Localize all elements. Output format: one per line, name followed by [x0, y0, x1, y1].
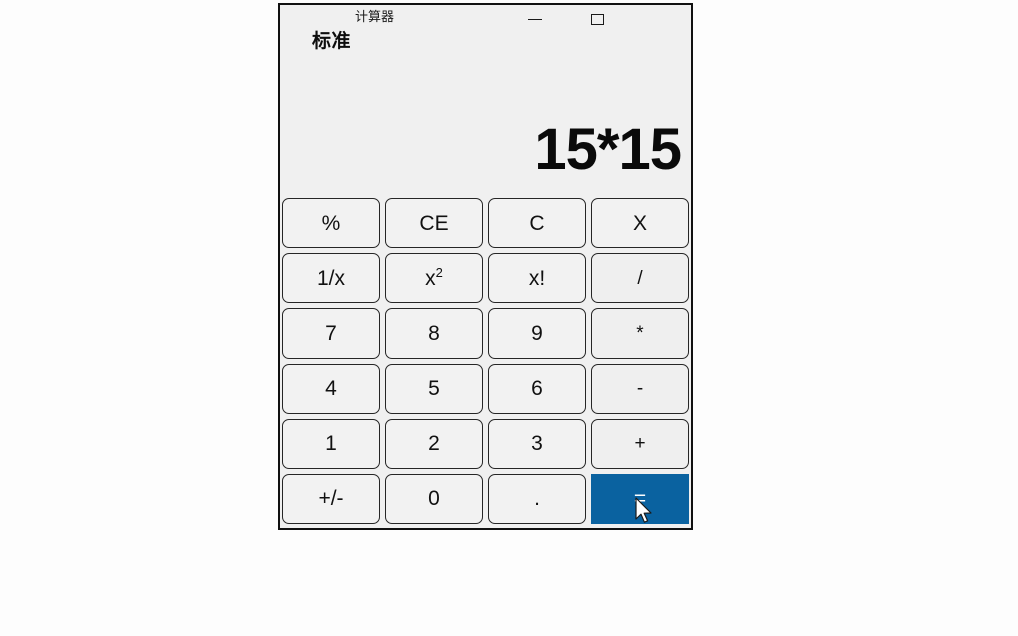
- key-clear-entry[interactable]: CE: [385, 198, 483, 249]
- minimize-icon: [528, 18, 542, 20]
- key-square-label: x2: [425, 264, 443, 290]
- calculator-mode-label: 标准: [312, 31, 352, 52]
- key-add-label: +: [634, 433, 646, 455]
- key-8-label: 8: [428, 321, 440, 345]
- key-clear-entry-label: CE: [419, 211, 449, 235]
- key-0-label: 0: [428, 487, 440, 511]
- key-1-label: 1: [325, 432, 337, 456]
- key-sign-toggle[interactable]: +/-: [282, 473, 380, 524]
- key-reciprocal[interactable]: 1/x: [282, 253, 380, 304]
- key-2-label: 2: [428, 432, 440, 456]
- maximize-button[interactable]: [580, 7, 614, 31]
- key-2[interactable]: 2: [385, 418, 483, 469]
- key-divide[interactable]: /: [591, 253, 689, 304]
- key-9[interactable]: 9: [488, 308, 586, 359]
- key-decimal[interactable]: .: [488, 473, 586, 524]
- key-subtract[interactable]: -: [591, 363, 689, 414]
- key-decimal-label: .: [534, 487, 540, 511]
- key-reciprocal-label: 1/x: [316, 266, 345, 290]
- key-backspace[interactable]: X: [591, 198, 689, 249]
- key-factorial-label: x!: [528, 266, 546, 290]
- key-0[interactable]: 0: [385, 473, 483, 524]
- key-1[interactable]: 1: [282, 418, 380, 469]
- key-6-label: 6: [531, 377, 543, 401]
- key-backspace-label: X: [632, 211, 647, 235]
- minimize-button[interactable]: [518, 7, 552, 31]
- key-6[interactable]: 6: [488, 363, 586, 414]
- keypad: % CE C X 1/x x2 x! / 7 8 9 * 4 5 6 - 1 2 3 + +/- 0. =: [280, 197, 691, 528]
- key-factorial[interactable]: x!: [488, 253, 586, 304]
- screen: 计算器 标准 15*15 % CE C X 1/x x2 x! / 7 8 9 * 4 5 6 - 1 2 3 + +/…: [0, 0, 1018, 636]
- display-expression: 15*15: [534, 117, 682, 182]
- app-title: 计算器: [355, 9, 395, 24]
- display-area: 15*15: [280, 54, 691, 197]
- key-5[interactable]: 5: [385, 363, 483, 414]
- key-square[interactable]: x2: [385, 253, 483, 304]
- key-equals[interactable]: =: [591, 473, 689, 524]
- key-subtract-label: -: [636, 378, 644, 400]
- key-7[interactable]: 7: [282, 308, 380, 359]
- key-percent[interactable]: %: [282, 198, 380, 249]
- key-clear-label: C: [529, 211, 545, 235]
- key-sign-toggle-label: +/-: [318, 487, 344, 511]
- key-clear[interactable]: C: [488, 198, 586, 249]
- maximize-icon: [590, 13, 604, 25]
- key-8[interactable]: 8: [385, 308, 483, 359]
- key-3[interactable]: 3: [488, 418, 586, 469]
- key-9-label: 9: [531, 321, 543, 345]
- key-multiply-label: *: [636, 322, 644, 344]
- key-percent-label: %: [321, 211, 341, 235]
- key-multiply[interactable]: *: [591, 308, 689, 359]
- key-3-label: 3: [531, 432, 543, 456]
- key-add[interactable]: +: [591, 418, 689, 469]
- title-bar[interactable]: 计算器: [280, 5, 691, 32]
- key-4[interactable]: 4: [282, 363, 380, 414]
- key-equals-label: =: [633, 487, 647, 511]
- key-7-label: 7: [325, 321, 337, 345]
- calculator-window: 计算器 标准 15*15 % CE C X 1/x x2 x! / 7 8 9 * 4 5 6 - 1 2 3 + +/…: [278, 3, 693, 530]
- key-4-label: 4: [325, 377, 337, 401]
- key-divide-label: /: [637, 267, 643, 289]
- key-5-label: 5: [428, 377, 440, 401]
